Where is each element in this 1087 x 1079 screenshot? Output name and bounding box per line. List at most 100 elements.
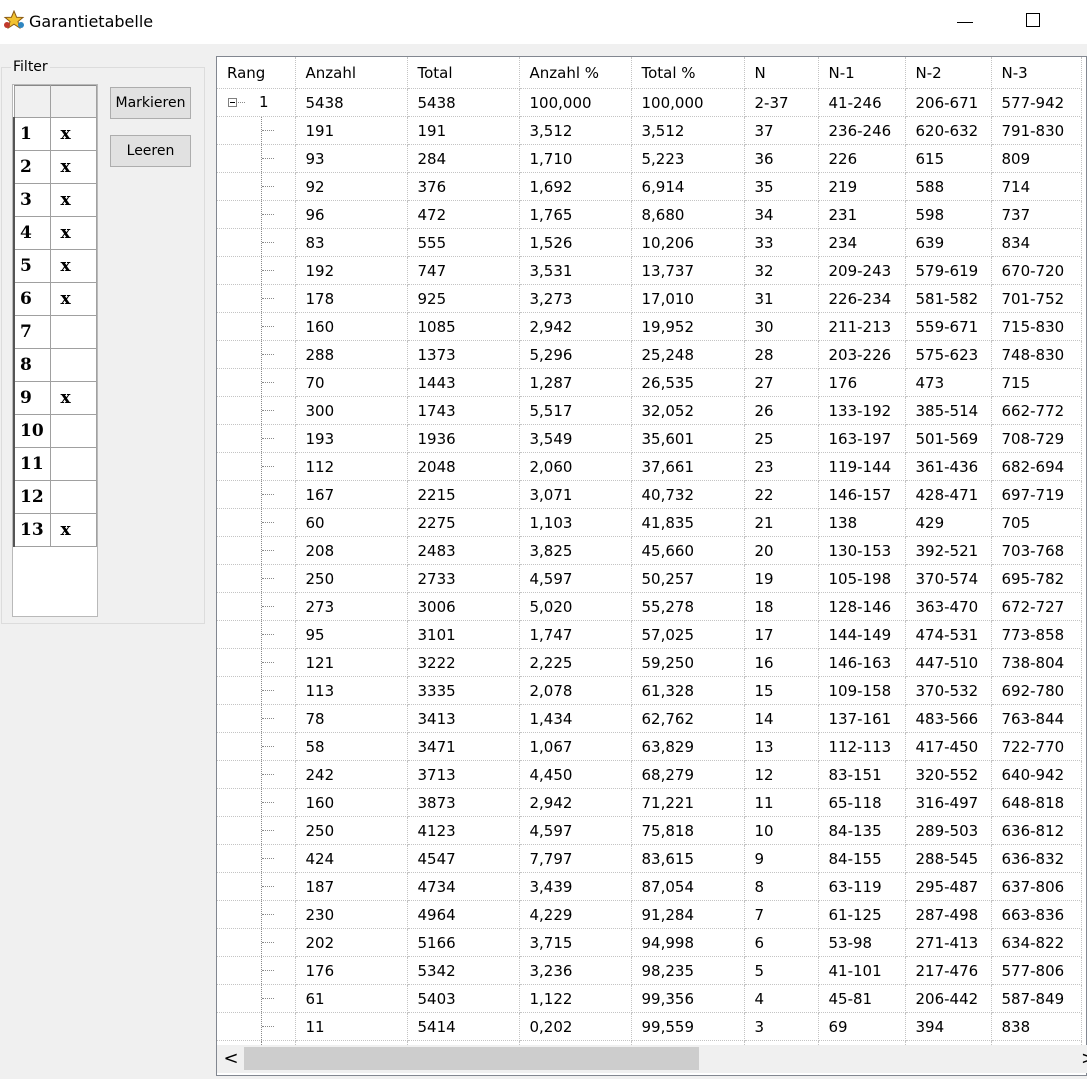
filter-number-cell[interactable]: 10 [13, 414, 51, 448]
rang-cell [217, 900, 296, 929]
filter-number-cell[interactable]: 11 [13, 447, 51, 481]
filter-mark-cell[interactable] [49, 315, 97, 349]
filter-row[interactable]: 12 [13, 480, 97, 514]
table-row[interactable]: 167 2215 3,071 40,732 22 146-157 428-471 697-71… [217, 480, 1082, 509]
filter-row[interactable]: 6x [13, 282, 97, 316]
table-row[interactable]: 113 3335 2,078 61,328 15 109-158 370-532 692-78… [217, 676, 1082, 705]
column-header-anzahl[interactable]: Anzahl [295, 57, 408, 89]
scroll-left-arrow-icon[interactable]: < [221, 1049, 241, 1069]
table-row[interactable]: 187 4734 3,439 87,054 8 63-119 295-487 637-806 [217, 872, 1082, 901]
column-header-total[interactable]: Total [407, 57, 520, 89]
total-cell: 3413 [407, 704, 520, 733]
filter-number-cell[interactable]: 4 [13, 216, 51, 250]
filter-row[interactable]: 10 [13, 414, 97, 448]
table-row[interactable]: 193 1936 3,549 35,601 25 163-197 501-569 708-72… [217, 424, 1082, 453]
table-row[interactable]: 92 376 1,692 6,914 35 219 588 714 [217, 172, 1082, 201]
table-row[interactable]: 112 2048 2,060 37,661 23 119-144 361-436 682-69… [217, 452, 1082, 481]
table-row[interactable]: 230 4964 4,229 91,284 7 61-125 287-498 663-836 [217, 900, 1082, 929]
column-header-n3[interactable]: N-3 [991, 57, 1082, 89]
table-row[interactable]: 250 4123 4,597 75,818 10 84-135 289-503 636-812 [217, 816, 1082, 845]
filter-number-cell[interactable]: 6 [13, 282, 51, 316]
guarantee-table[interactable]: Rang Anzahl Total Anzahl % Total % N N-1… [216, 56, 1087, 1076]
table-row[interactable]: 242 3713 4,450 68,279 12 83-151 320-552 640-942 [217, 760, 1082, 789]
leeren-button[interactable]: Leeren [110, 135, 191, 167]
filter-number-cell[interactable]: 3 [13, 183, 51, 217]
collapse-toggle-icon[interactable] [228, 98, 237, 107]
table-row[interactable]: 208 2483 3,825 45,660 20 130-153 392-521 703-76… [217, 536, 1082, 565]
table-row[interactable]: 70 1443 1,287 26,535 27 176 473 715 [217, 368, 1082, 397]
table-row[interactable]: 273 3006 5,020 55,278 18 128-146 363-470 672-72… [217, 592, 1082, 621]
table-row[interactable]: 178 925 3,273 17,010 31 226-234 581-582 701-752 [217, 284, 1082, 313]
markieren-button[interactable]: Markieren [110, 87, 191, 119]
table-row[interactable]: 83 555 1,526 10,206 33 234 639 834 [217, 228, 1082, 257]
filter-row[interactable]: 5x [13, 249, 97, 283]
filter-row[interactable]: 7 [13, 315, 97, 349]
filter-row[interactable]: 13 x [13, 513, 97, 547]
table-row[interactable]: 192 747 3,531 13,737 32 209-243 579-619 670-720 [217, 256, 1082, 285]
filter-row[interactable]: 3x [13, 183, 97, 217]
filter-row[interactable]: 1x [13, 117, 97, 151]
table-row-root[interactable]: 1 5438 5438 100,000 100,000 2-37 41-246 … [217, 88, 1082, 117]
filter-number-cell[interactable]: 12 [13, 480, 51, 514]
filter-mark-cell[interactable]: x [49, 150, 97, 184]
table-row[interactable]: 11 5414 0,202 99,559 3 69 394 838 [217, 1012, 1082, 1041]
filter-number-cell[interactable]: 9 [13, 381, 51, 415]
filter-mark-cell[interactable]: x [49, 513, 97, 547]
filter-mark-cell[interactable]: x [49, 282, 97, 316]
table-row[interactable]: 95 3101 1,747 57,025 17 144-149 474-531 773-858 [217, 620, 1082, 649]
column-header-rang[interactable]: Rang [217, 57, 296, 89]
filter-mark-cell[interactable] [49, 480, 97, 514]
filter-number-cell[interactable]: 7 [13, 315, 51, 349]
filter-table[interactable]: 1 x 2 x 3 x 4 x 5 x 6 x 7 8 9 x 10 11 12 13 x [13, 85, 97, 547]
filter-row[interactable]: 8 [13, 348, 97, 382]
maximize-button[interactable] [1026, 13, 1040, 27]
filter-mark-cell[interactable] [49, 414, 97, 448]
filter-mark-cell[interactable] [49, 348, 97, 382]
scrollbar-thumb[interactable] [244, 1047, 699, 1070]
filter-mark-cell[interactable]: x [49, 117, 97, 151]
filter-mark-cell[interactable]: x [49, 183, 97, 217]
minimize-button[interactable] [957, 22, 973, 23]
tree-connector [262, 326, 274, 327]
column-header-anzahl-pct[interactable]: Anzahl % [519, 57, 632, 89]
total-cell: 2048 [407, 452, 520, 481]
n3-cell: 648-818 [991, 788, 1082, 817]
table-row[interactable]: 160 1085 2,942 19,952 30 211-213 559-671 715-83… [217, 312, 1082, 341]
filter-number-cell[interactable]: 8 [13, 348, 51, 382]
table-row[interactable]: 96 472 1,765 8,680 34 231 598 737 [217, 200, 1082, 229]
table-row[interactable]: 61 5403 1,122 99,356 4 45-81 206-442 587-849 [217, 984, 1082, 1013]
table-row[interactable]: 160 3873 2,942 71,221 11 65-118 316-497 648-818 [217, 788, 1082, 817]
table-row[interactable]: 288 1373 5,296 25,248 28 203-226 575-623 748-83… [217, 340, 1082, 369]
column-header-n[interactable]: N [744, 57, 819, 89]
filter-row[interactable]: 9x [13, 381, 97, 415]
table-row[interactable]: 60 2275 1,103 41,835 21 138 429 705 [217, 508, 1082, 537]
filter-row[interactable]: 4x [13, 216, 97, 250]
filter-number-cell[interactable]: 5 [13, 249, 51, 283]
table-row[interactable]: 93 284 1,710 5,223 36 226 615 809 [217, 144, 1082, 173]
column-header-n1[interactable]: N-1 [818, 57, 906, 89]
anzahl-cell: 60 [295, 508, 408, 537]
filter-number-cell[interactable]: 1 [13, 117, 51, 151]
table-row[interactable]: 191 191 3,512 3,512 37 236-246 620-632 791-830 [217, 116, 1082, 145]
column-header-total-pct[interactable]: Total % [631, 57, 745, 89]
filter-row[interactable]: 11 [13, 447, 97, 481]
table-row[interactable]: 300 1743 5,517 32,052 26 133-192 385-514 662-77… [217, 396, 1082, 425]
table-row[interactable]: 78 3413 1,434 62,762 14 137-161 483-566 763-844 [217, 704, 1082, 733]
column-header-n2[interactable]: N-2 [905, 57, 992, 89]
table-row[interactable]: 250 2733 4,597 50,257 19 105-198 370-574 695-78… [217, 564, 1082, 593]
table-row[interactable]: 58 3471 1,067 63,829 13 112-113 417-450 722-770 [217, 732, 1082, 761]
filter-number-cell[interactable]: 2 [13, 150, 51, 184]
filter-row[interactable]: 2x [13, 150, 97, 184]
table-row[interactable]: 176 5342 3,236 98,235 5 41-101 217-476 577-806 [217, 956, 1082, 985]
filter-mark-cell[interactable]: x [49, 216, 97, 250]
scroll-right-arrow-icon[interactable]: > [1081, 1049, 1087, 1069]
table-row[interactable]: 202 5166 3,715 94,998 6 53-98 271-413 634-822 [217, 928, 1082, 957]
filter-number-cell[interactable]: 13 [13, 513, 51, 547]
total-pct-cell: 40,732 [631, 480, 745, 509]
filter-mark-cell[interactable] [49, 447, 97, 481]
filter-mark-cell[interactable]: x [49, 381, 97, 415]
filter-mark-cell[interactable]: x [49, 249, 97, 283]
horizontal-scrollbar[interactable]: < > [217, 1045, 1087, 1073]
table-row[interactable]: 121 3222 2,225 59,250 16 146-163 447-510 738-80… [217, 648, 1082, 677]
table-row[interactable]: 424 4547 7,797 83,615 9 84-155 288-545 636-832 [217, 844, 1082, 873]
